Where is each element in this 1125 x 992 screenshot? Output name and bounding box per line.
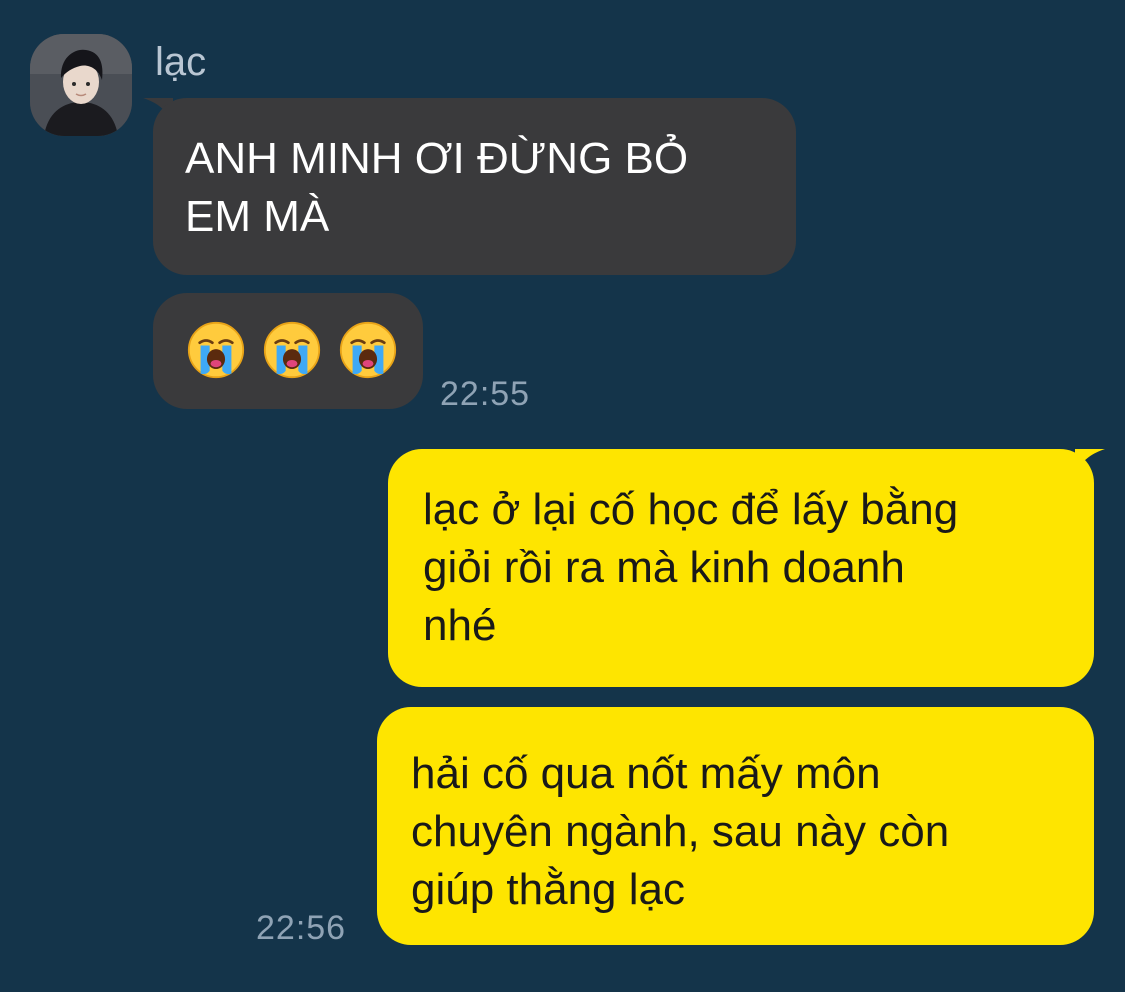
sender-avatar[interactable]: [30, 34, 132, 136]
incoming-message-text: ANH MINH ƠI ĐỪNG BỎ EM MÀ: [185, 134, 689, 241]
outgoing-message-text: lạc ở lại cố học để lấy bằng giỏi rồi ra…: [423, 485, 959, 650]
sender-name: lạc: [155, 40, 207, 84]
incoming-timestamp: 22:55: [440, 375, 531, 413]
loudly-crying-face-icon: [339, 321, 397, 379]
avatar-photo: [30, 34, 132, 136]
loudly-crying-face-icon: [187, 321, 245, 379]
outgoing-message-bubble[interactable]: hải cố qua nốt mấy môn chuyên ngành, sau…: [377, 707, 1094, 945]
incoming-emoji-bubble[interactable]: [153, 293, 423, 409]
outgoing-message-bubble[interactable]: lạc ở lại cố học để lấy bằng giỏi rồi ra…: [388, 449, 1094, 687]
incoming-message-bubble[interactable]: ANH MINH ƠI ĐỪNG BỎ EM MÀ: [153, 98, 796, 275]
emoji-row: [187, 321, 423, 379]
outgoing-message-text: hải cố qua nốt mấy môn chuyên ngành, sau…: [411, 749, 950, 914]
outgoing-timestamp: 22:56: [256, 909, 347, 947]
loudly-crying-face-icon: [263, 321, 321, 379]
